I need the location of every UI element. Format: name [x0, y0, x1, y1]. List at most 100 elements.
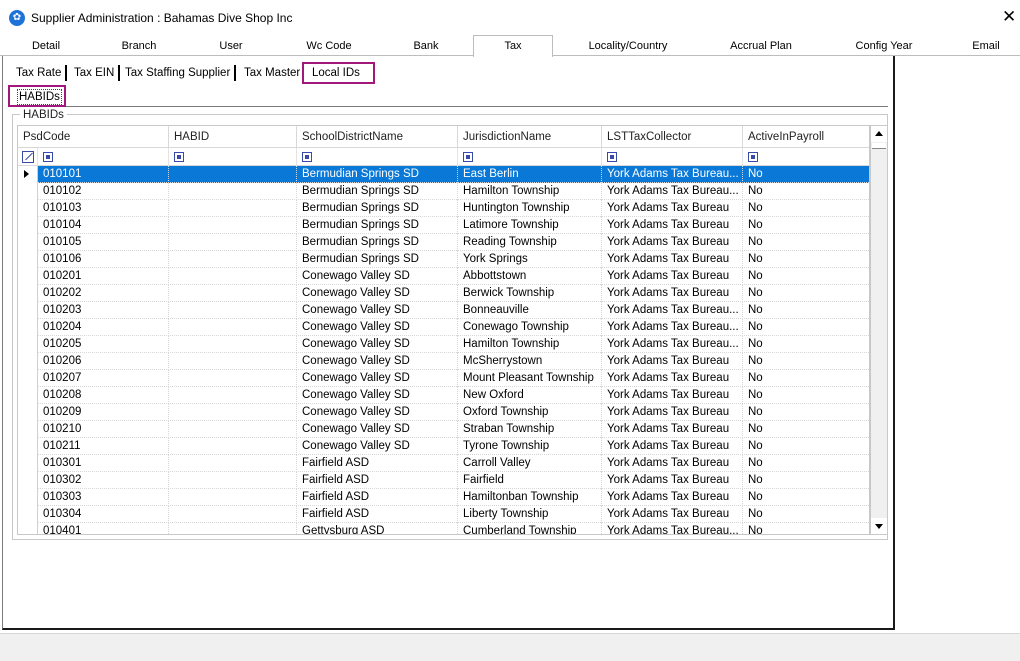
cell-jurisdiction[interactable]: Abbottstown: [458, 268, 602, 285]
row-selector[interactable]: [18, 217, 38, 234]
cell-jurisdiction[interactable]: Reading Township: [458, 234, 602, 251]
filter-active-in-payroll[interactable]: [743, 148, 869, 166]
cell-active-in-payroll[interactable]: No: [743, 421, 869, 438]
cell-school-district[interactable]: Conewago Valley SD: [297, 302, 458, 319]
cell-psdcode[interactable]: 010304: [38, 506, 169, 523]
cell-habid[interactable]: [169, 387, 297, 404]
row-selector[interactable]: [18, 268, 38, 285]
row-selector[interactable]: [18, 234, 38, 251]
filter-icon[interactable]: [748, 152, 758, 162]
table-row[interactable]: 010209 Conewago Valley SD Oxford Township Y…: [18, 404, 869, 421]
table-row[interactable]: 010301 Fairfield ASD Carroll Valley York Ad…: [18, 455, 869, 472]
cell-jurisdiction[interactable]: Tyrone Township: [458, 438, 602, 455]
cell-habid[interactable]: [169, 506, 297, 523]
filter-icon[interactable]: [43, 152, 53, 162]
cell-active-in-payroll[interactable]: No: [743, 166, 869, 183]
grid-vertical-scrollbar[interactable]: [870, 125, 888, 535]
cell-jurisdiction[interactable]: Bonneauville: [458, 302, 602, 319]
cell-habid[interactable]: [169, 217, 297, 234]
cell-psdcode[interactable]: 010103: [38, 200, 169, 217]
cell-habid[interactable]: [169, 523, 297, 534]
cell-lst-tax-collector[interactable]: York Adams Tax Bureau: [602, 455, 743, 472]
cell-psdcode[interactable]: 010204: [38, 319, 169, 336]
cell-psdcode[interactable]: 010203: [38, 302, 169, 319]
filter-habid[interactable]: [169, 148, 297, 166]
tab-detail[interactable]: Detail: [14, 38, 78, 55]
cell-jurisdiction[interactable]: Conewago Township: [458, 319, 602, 336]
tab-locality-country[interactable]: Locality/Country: [575, 38, 681, 55]
row-selector[interactable]: [18, 455, 38, 472]
cell-psdcode[interactable]: 010208: [38, 387, 169, 404]
cell-lst-tax-collector[interactable]: York Adams Tax Bureau: [602, 268, 743, 285]
cell-school-district[interactable]: Bermudian Springs SD: [297, 166, 458, 183]
cell-habid[interactable]: [169, 455, 297, 472]
filter-icon[interactable]: [302, 152, 312, 162]
cell-psdcode[interactable]: 010205: [38, 336, 169, 353]
table-row[interactable]: 010102 Bermudian Springs SD Hamilton Towns…: [18, 183, 869, 200]
subtab-tax-master[interactable]: Tax Master: [240, 64, 304, 82]
cell-jurisdiction[interactable]: Oxford Township: [458, 404, 602, 421]
cell-school-district[interactable]: Fairfield ASD: [297, 506, 458, 523]
cell-lst-tax-collector[interactable]: York Adams Tax Bureau: [602, 370, 743, 387]
filter-school-district[interactable]: [297, 148, 458, 166]
tab-accrual-plan[interactable]: Accrual Plan: [713, 38, 809, 55]
cell-school-district[interactable]: Conewago Valley SD: [297, 438, 458, 455]
cell-habid[interactable]: [169, 166, 297, 183]
table-row[interactable]: 010101 Bermudian Springs SD East Berlin Yor…: [18, 166, 869, 183]
cell-lst-tax-collector[interactable]: York Adams Tax Bureau: [602, 217, 743, 234]
table-row[interactable]: 010103 Bermudian Springs SD Huntington Tow…: [18, 200, 869, 217]
cell-lst-tax-collector[interactable]: York Adams Tax Bureau...: [602, 183, 743, 200]
close-icon[interactable]: ✕: [1002, 8, 1020, 28]
subtab-tax-rate[interactable]: Tax Rate: [12, 64, 68, 82]
cell-jurisdiction[interactable]: Fairfield: [458, 472, 602, 489]
cell-psdcode[interactable]: 010211: [38, 438, 169, 455]
table-row[interactable]: 010202 Conewago Valley SD Berwick Township…: [18, 285, 869, 302]
cell-psdcode[interactable]: 010303: [38, 489, 169, 506]
cell-active-in-payroll[interactable]: No: [743, 370, 869, 387]
cell-active-in-payroll[interactable]: No: [743, 438, 869, 455]
cell-active-in-payroll[interactable]: No: [743, 353, 869, 370]
cell-school-district[interactable]: Bermudian Springs SD: [297, 251, 458, 268]
table-row[interactable]: 010204 Conewago Valley SD Conewago Townshi…: [18, 319, 869, 336]
cell-school-district[interactable]: Gettysburg ASD: [297, 523, 458, 534]
cell-school-district[interactable]: Bermudian Springs SD: [297, 183, 458, 200]
cell-habid[interactable]: [169, 302, 297, 319]
filter-lst-tax-collector[interactable]: [602, 148, 743, 166]
cell-active-in-payroll[interactable]: No: [743, 387, 869, 404]
cell-psdcode[interactable]: 010207: [38, 370, 169, 387]
row-selector[interactable]: [18, 319, 38, 336]
cell-lst-tax-collector[interactable]: York Adams Tax Bureau: [602, 506, 743, 523]
row-selector[interactable]: [18, 200, 38, 217]
row-selector[interactable]: [18, 336, 38, 353]
cell-habid[interactable]: [169, 285, 297, 302]
cell-active-in-payroll[interactable]: No: [743, 319, 869, 336]
filter-clear-cell[interactable]: [18, 148, 38, 166]
row-selector[interactable]: [18, 166, 38, 183]
cell-active-in-payroll[interactable]: No: [743, 523, 869, 534]
cell-school-district[interactable]: Conewago Valley SD: [297, 421, 458, 438]
row-selector[interactable]: [18, 183, 38, 200]
cell-jurisdiction[interactable]: Hamiltonban Township: [458, 489, 602, 506]
cell-habid[interactable]: [169, 200, 297, 217]
cell-habid[interactable]: [169, 489, 297, 506]
cell-habid[interactable]: [169, 421, 297, 438]
subtab-tax-staffing-supplier[interactable]: Tax Staffing Supplier: [121, 64, 237, 82]
cell-active-in-payroll[interactable]: No: [743, 217, 869, 234]
cell-active-in-payroll[interactable]: No: [743, 336, 869, 353]
cell-jurisdiction[interactable]: Berwick Township: [458, 285, 602, 302]
cell-jurisdiction[interactable]: Straban Township: [458, 421, 602, 438]
row-selector[interactable]: [18, 285, 38, 302]
cell-habid[interactable]: [169, 472, 297, 489]
cell-psdcode[interactable]: 010101: [38, 166, 169, 183]
cell-habid[interactable]: [169, 353, 297, 370]
cell-habid[interactable]: [169, 251, 297, 268]
cell-lst-tax-collector[interactable]: York Adams Tax Bureau: [602, 285, 743, 302]
cell-psdcode[interactable]: 010102: [38, 183, 169, 200]
cell-lst-tax-collector[interactable]: York Adams Tax Bureau: [602, 234, 743, 251]
cell-lst-tax-collector[interactable]: York Adams Tax Bureau...: [602, 166, 743, 183]
cell-active-in-payroll[interactable]: No: [743, 251, 869, 268]
cell-active-in-payroll[interactable]: No: [743, 183, 869, 200]
table-row[interactable]: 010304 Fairfield ASD Liberty Township York …: [18, 506, 869, 523]
cell-lst-tax-collector[interactable]: York Adams Tax Bureau: [602, 421, 743, 438]
table-row[interactable]: 010207 Conewago Valley SD Mount Pleasant T…: [18, 370, 869, 387]
